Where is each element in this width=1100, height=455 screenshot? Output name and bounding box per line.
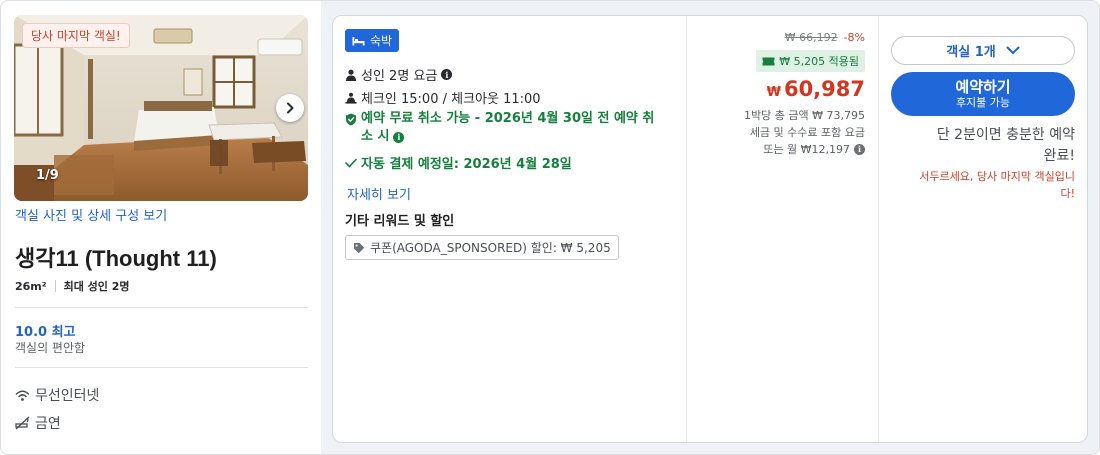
checkin-text: 체크인 15:00 / 체크아웃 11:00 xyxy=(361,92,541,107)
divider xyxy=(15,307,308,308)
rewards-title: 기타 리워드 및 할인 xyxy=(345,214,455,229)
urgency-line: 다! xyxy=(1060,187,1075,200)
current-price: ₩ 60,987 xyxy=(767,77,865,101)
adult-rate: 성인 2명 요금 i xyxy=(345,65,453,84)
monthly-payment: 또는 월 ₩12,197 i xyxy=(763,141,865,157)
divider xyxy=(15,367,308,368)
info-icon[interactable]: i xyxy=(854,143,865,155)
monthly-payment-text: 또는 월 ₩12,197 xyxy=(763,143,850,156)
urgency-note: 서두르세요, 당사 마지막 객실입니 다! xyxy=(891,168,1075,202)
room-quantity-select[interactable]: 객실 1개 xyxy=(891,36,1075,65)
coupon-applied-text: ₩ 5,205 적용됨 xyxy=(779,55,859,68)
currency-symbol: ₩ xyxy=(766,85,781,100)
tag-icon xyxy=(354,242,365,253)
amenity-wifi: 무선인터넷 xyxy=(15,385,99,405)
book-button[interactable]: 예약하기 후지불 가능 xyxy=(891,72,1075,116)
tax-note: 세금 및 수수료 포함 요금 xyxy=(749,126,865,139)
auto-payment-date: 자동 결제 예정일: 2026년 4월 28일 xyxy=(345,153,572,172)
book-button-label: 예약하기 xyxy=(955,78,1011,96)
amenity-label: 무선인터넷 xyxy=(35,388,100,404)
comfort-score-label: 객실의 편안함 xyxy=(15,341,86,355)
quick-booking-line: 완료! xyxy=(1043,148,1075,164)
room-offer-panel: 당사 마지막 객실! 1/9 객실 사진 및 상세 구성 보기 생각11 (Th… xyxy=(0,0,1100,455)
room-photo[interactable]: 당사 마지막 객실! 1/9 xyxy=(14,15,308,201)
coupon-badge: 쿠폰(AGODA_SPONSORED) 할인: ₩ 5,205 xyxy=(345,235,619,260)
room-summary: 당사 마지막 객실! 1/9 객실 사진 및 상세 구성 보기 생각11 (Th… xyxy=(1,1,321,454)
info-icon[interactable]: i xyxy=(441,69,453,80)
adult-rate-text: 성인 2명 요금 xyxy=(361,69,438,84)
per-night-total: 1박당 총 금액 ₩ 73,795 xyxy=(744,109,865,122)
free-cancellation: 예약 무료 취소 가능 - 2026년 4월 30일 전 예약 취 소 시 i xyxy=(345,110,654,146)
room-size: 26m² xyxy=(15,279,47,293)
wifi-icon xyxy=(15,390,30,401)
coupon-applied-badge: ₩ 5,205 적용됨 xyxy=(756,50,865,72)
room-photos-link[interactable]: 객실 사진 및 상세 구성 보기 xyxy=(15,205,167,224)
next-photo-button[interactable] xyxy=(276,94,304,122)
chevron-right-icon xyxy=(287,102,294,114)
shield-check-icon xyxy=(346,113,356,126)
ticket-icon xyxy=(762,57,775,65)
last-room-badge: 당사 마지막 객실! xyxy=(22,23,130,48)
room-quantity-value: 객실 1개 xyxy=(946,45,996,60)
booking-column: 객실 1개 예약하기 후지불 가능 단 2분이면 충분한 예약 완료! 서두르세… xyxy=(879,16,1087,442)
quick-booking-line: 단 2분이면 충분한 예약 xyxy=(936,127,1075,143)
chevron-down-icon xyxy=(1006,46,1020,54)
info-icon[interactable]: i xyxy=(393,131,405,143)
stay-type-tag: 숙박 xyxy=(345,29,400,52)
checkin-icon xyxy=(345,92,357,104)
comfort-score: 10.0 최고 xyxy=(15,325,76,340)
check-icon xyxy=(345,158,357,167)
no-smoking-icon xyxy=(15,416,30,430)
free-cancellation-text: 예약 무료 취소 가능 - 2026년 4월 30일 전 예약 취 xyxy=(361,111,655,126)
quick-booking-note: 단 2분이면 충분한 예약 완료! xyxy=(891,125,1075,167)
price-amount: 60,987 xyxy=(783,77,865,101)
coupon-text: 쿠폰(AGODA_SPONSORED) 할인: ₩ 5,205 xyxy=(370,241,611,255)
room-title: 생각11 (Thought 11) xyxy=(15,246,217,271)
original-price-row: ₩ 66,192 -8% xyxy=(785,31,865,44)
price-column: ₩ 66,192 -8% ₩ 5,205 적용됨 ₩ 60,987 1박당 총 … xyxy=(687,16,877,442)
stay-type-label: 숙박 xyxy=(370,34,393,48)
person-icon xyxy=(346,69,356,81)
bed-icon xyxy=(352,36,365,45)
photo-counter: 1/9 xyxy=(36,168,59,183)
original-price: ₩ 66,192 xyxy=(784,31,838,44)
urgency-line: 서두르세요, 당사 마지막 객실입니 xyxy=(919,170,1075,183)
details-link[interactable]: 자세히 보기 xyxy=(347,184,411,203)
divider xyxy=(54,280,56,292)
auto-payment-text: 자동 결제 예정일: 2026년 4월 28일 xyxy=(361,157,572,172)
amenity-no-smoking: 금연 xyxy=(15,413,61,433)
room-meta: 26m² 최대 성인 2명 xyxy=(15,278,130,294)
amenity-label: 금연 xyxy=(35,416,61,432)
max-occupancy: 최대 성인 2명 xyxy=(63,280,130,293)
free-cancellation-text-cont: 소 시 xyxy=(361,129,390,144)
book-button-sublabel: 후지불 가능 xyxy=(955,96,1011,109)
offer-card: 숙박 성인 2명 요금 i 체크인 15:00 / 체크아웃 11:00 예약 … xyxy=(332,15,1088,443)
discount-percent: -8% xyxy=(843,31,865,44)
checkin-times: 체크인 15:00 / 체크아웃 11:00 xyxy=(345,88,541,107)
